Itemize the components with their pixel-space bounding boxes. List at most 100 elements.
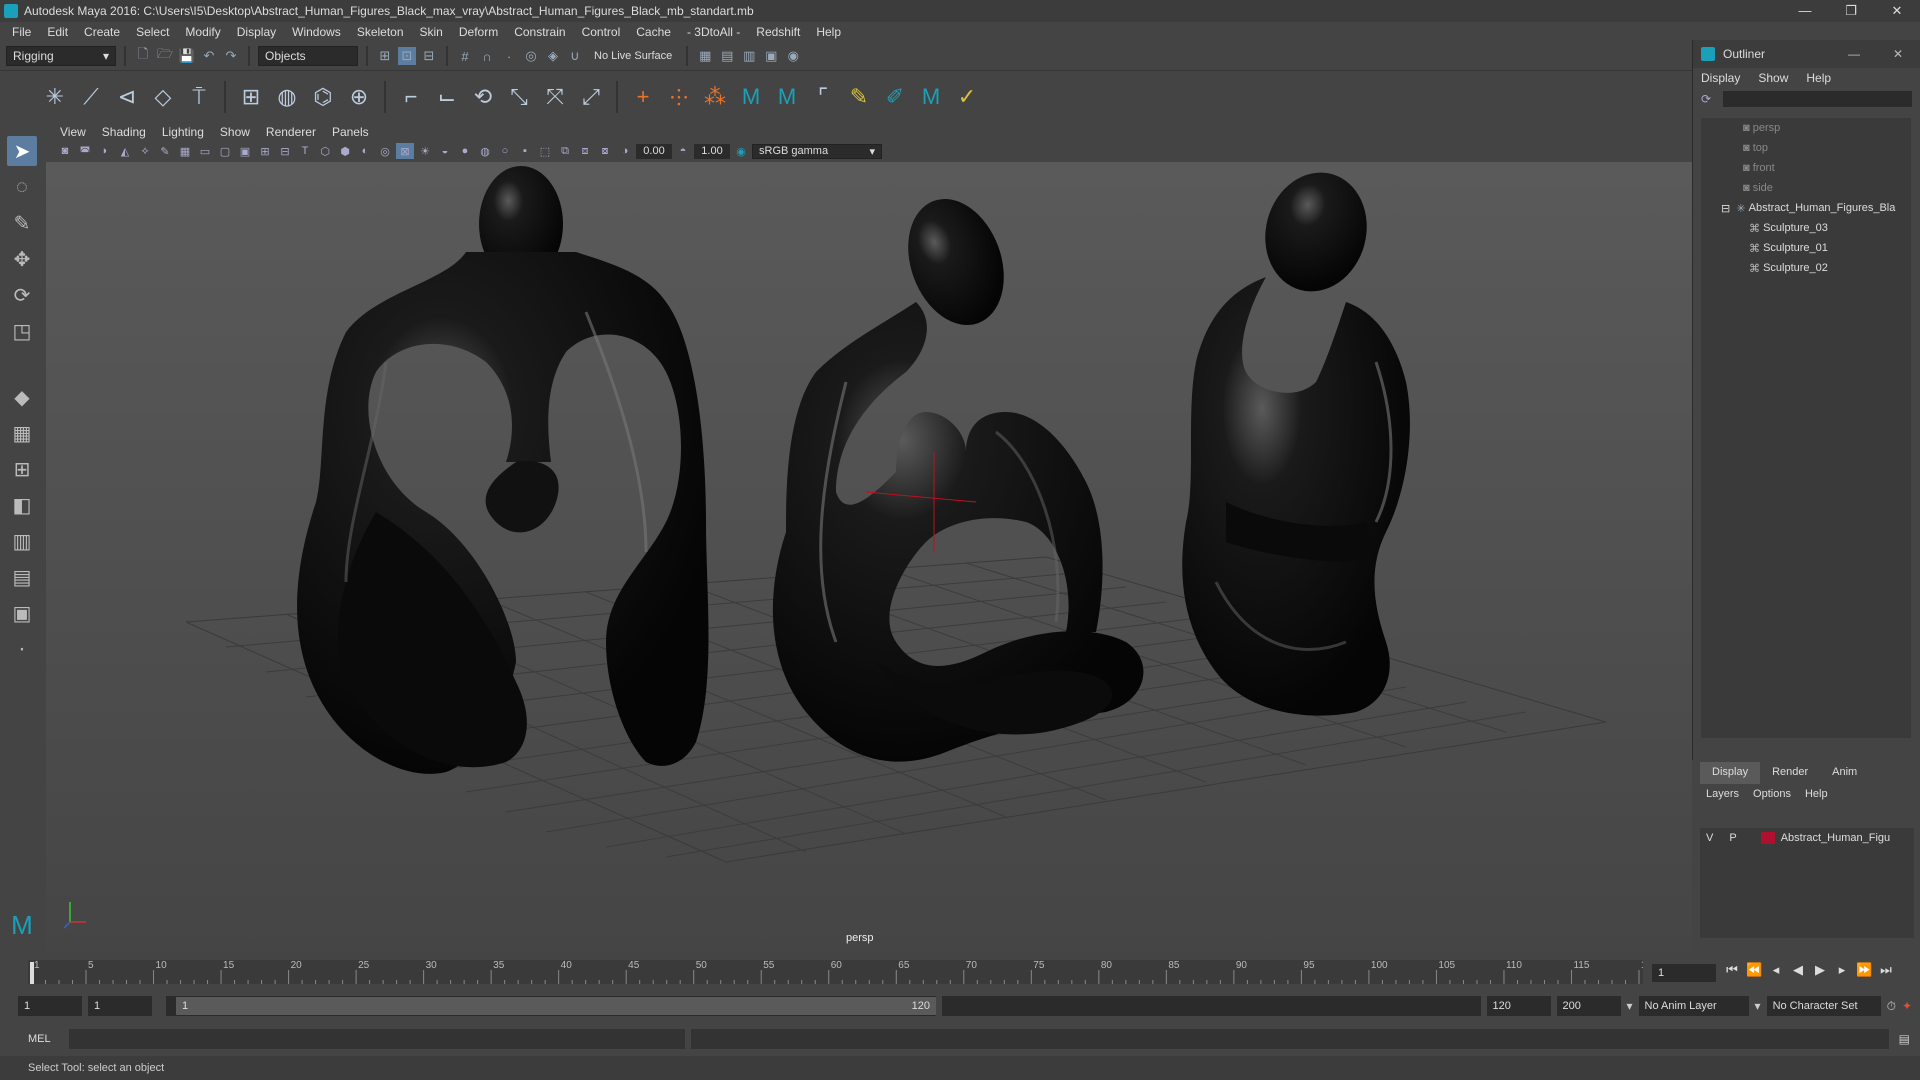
textured-icon[interactable]: ⊠ <box>396 143 414 159</box>
rotate-tool-icon[interactable]: ⟳ <box>7 280 37 310</box>
parent-constraint-icon[interactable]: ⤧ <box>540 82 570 112</box>
move-tool-icon[interactable]: ✥ <box>7 244 37 274</box>
current-frame-field[interactable]: 1 <box>1652 964 1716 982</box>
playback-end-field[interactable]: 120 <box>1486 996 1551 1016</box>
check-icon[interactable]: ✓ <box>952 82 982 112</box>
menu-modify[interactable]: Modify <box>177 25 228 39</box>
go-to-end-button[interactable]: ⏭ <box>1878 962 1894 978</box>
tree-item-sculpture-03[interactable]: ⌘ Sculpture_03 <box>1701 218 1911 238</box>
select-component-icon[interactable]: ⊟ <box>420 47 438 65</box>
layout-four-icon[interactable]: ⊞ <box>7 454 37 484</box>
selection-mode-dropdown[interactable]: Objects <box>258 46 358 66</box>
viewport-persp[interactable]: persp <box>46 162 1692 952</box>
tree-item-front[interactable]: ◙ front <box>1701 158 1911 178</box>
gamma-icon[interactable]: ◓ <box>674 143 692 159</box>
character-set-dropdown[interactable]: No Character Set <box>1766 996 1881 1016</box>
outliner-menu-help[interactable]: Help <box>1806 71 1831 85</box>
go-to-start-button[interactable]: ⏮ <box>1724 962 1740 978</box>
hik-character-icon[interactable]: M <box>772 82 802 112</box>
menu-control[interactable]: Control <box>574 25 629 39</box>
chevron-down-icon[interactable]: ▾ <box>1621 999 1639 1013</box>
locator-group-icon[interactable]: ⁂ <box>700 82 730 112</box>
outliner-search-input[interactable] <box>1723 91 1912 107</box>
select-hierarchy-icon[interactable]: ⊞ <box>376 47 394 65</box>
ipr-render-icon[interactable]: ▥ <box>740 47 758 65</box>
render-view-icon[interactable]: ▣ <box>762 47 780 65</box>
viewport-menu-panels[interactable]: Panels <box>324 125 377 139</box>
menu-windows[interactable]: Windows <box>284 25 349 39</box>
viewport-menu-show[interactable]: Show <box>212 125 258 139</box>
layout-outliner-icon[interactable]: ▥ <box>7 526 37 556</box>
minimize-button[interactable]: — <box>1782 3 1828 19</box>
layer-menu-layers[interactable]: Layers <box>1706 788 1739 800</box>
menu-deform[interactable]: Deform <box>451 25 506 39</box>
blank-shelf-icon[interactable]: ⌜ <box>808 82 838 112</box>
scale-tool-icon[interactable]: ◳ <box>7 316 37 346</box>
new-scene-icon[interactable]: 🗋 <box>134 46 152 65</box>
close-button[interactable]: ✕ <box>1874 3 1920 19</box>
outliner-minimize-button[interactable]: — <box>1832 47 1876 61</box>
visibility-toggle[interactable]: V <box>1706 832 1713 844</box>
tree-item-top[interactable]: ◙ top <box>1701 138 1911 158</box>
menu-cache[interactable]: Cache <box>628 25 679 39</box>
layer-menu-options[interactable]: Options <box>1753 788 1791 800</box>
locator-icon[interactable]: + <box>628 82 658 112</box>
lattice-icon[interactable]: ◍ <box>272 82 302 112</box>
ik-handle-icon[interactable]: ⟋ <box>76 82 106 112</box>
paint-select-icon[interactable]: ✎ <box>7 208 37 238</box>
camera-icon[interactable]: ◙ <box>56 143 74 159</box>
hik-icon[interactable]: M <box>736 82 766 112</box>
menu-create[interactable]: Create <box>76 25 128 39</box>
skin-paint-icon[interactable]: ✐ <box>880 82 910 112</box>
script-editor-icon[interactable]: ▤ <box>1889 1032 1920 1046</box>
save-scene-icon[interactable]: 💾 <box>178 47 196 65</box>
film-gate-icon[interactable]: ▭ <box>196 143 214 159</box>
safe-action-icon[interactable]: ⊟ <box>276 143 294 159</box>
color-management-icon[interactable]: ◉ <box>732 143 750 159</box>
step-forward-key-button[interactable]: ⏩ <box>1856 962 1872 978</box>
render-frame-icon[interactable]: ▤ <box>718 47 736 65</box>
grease-pencil-icon[interactable]: ✎ <box>156 143 174 159</box>
tree-item-persp[interactable]: ◙ persp <box>1701 118 1911 138</box>
command-input[interactable] <box>68 1029 685 1049</box>
resolution-gate-icon[interactable]: ▢ <box>216 143 234 159</box>
menu-skeleton[interactable]: Skeleton <box>349 25 412 39</box>
refresh-icon[interactable]: ⟳ <box>1701 92 1711 106</box>
last-tool-icon[interactable]: ◆ <box>7 382 37 412</box>
play-forward-button[interactable]: ▶ <box>1812 962 1828 978</box>
anti-aliasing-icon[interactable]: ○ <box>496 143 514 159</box>
joint-tool-icon[interactable]: ✳ <box>40 82 70 112</box>
motion-blur-icon[interactable]: ◍ <box>476 143 494 159</box>
image-plane-icon[interactable]: ◭ <box>116 143 134 159</box>
step-forward-frame-button[interactable]: ▸ <box>1834 962 1850 978</box>
default-material-icon[interactable]: ◐ <box>356 143 374 159</box>
layer-row[interactable]: V P Abstract_Human_Figu <box>1700 828 1914 848</box>
chevron-down-icon[interactable]: ▾ <box>1749 999 1767 1013</box>
cluster-icon[interactable]: ⌬ <box>308 82 338 112</box>
safe-title-icon[interactable]: T <box>296 143 314 159</box>
range-track[interactable]: 1 120 <box>166 996 936 1016</box>
menu-display[interactable]: Display <box>229 25 284 39</box>
isolate-select-icon[interactable]: ⬚ <box>536 143 554 159</box>
menu-help[interactable]: Help <box>808 25 849 39</box>
tab-display[interactable]: Display <box>1700 762 1761 784</box>
tree-item-sculpture-01[interactable]: ⌘ Sculpture_01 <box>1701 238 1911 258</box>
layout-single-icon[interactable]: ▦ <box>7 418 37 448</box>
insert-joint-icon[interactable]: ◇ <box>148 82 178 112</box>
xray-icon[interactable]: ⧉ <box>556 143 574 159</box>
viewport-menu-renderer[interactable]: Renderer <box>258 125 324 139</box>
bind-skin-icon[interactable]: ⊞ <box>236 82 266 112</box>
exposure-icon[interactable]: ◑ <box>616 143 634 159</box>
wireframe-on-shaded-icon[interactable]: ◎ <box>376 143 394 159</box>
magnet-icon[interactable]: ∪ <box>566 47 584 65</box>
time-ruler[interactable]: 1 5 10 15 20 25 30 35 40 45 50 55 60 65 70 75 80 85 90 95 10… <box>28 954 1643 988</box>
layout-custom-icon[interactable]: ▣ <box>7 598 37 628</box>
viewport-menu-shading[interactable]: Shading <box>94 125 154 139</box>
snap-grid-icon[interactable]: # <box>456 47 474 65</box>
tab-anim[interactable]: Anim <box>1820 762 1869 784</box>
exposure-field[interactable]: 0.00 <box>636 143 672 159</box>
snap-view-icon[interactable]: ◎ <box>522 47 540 65</box>
playback-toggle[interactable]: P <box>1729 832 1736 844</box>
menu-skin[interactable]: Skin <box>412 25 451 39</box>
menu-edit[interactable]: Edit <box>39 25 76 39</box>
